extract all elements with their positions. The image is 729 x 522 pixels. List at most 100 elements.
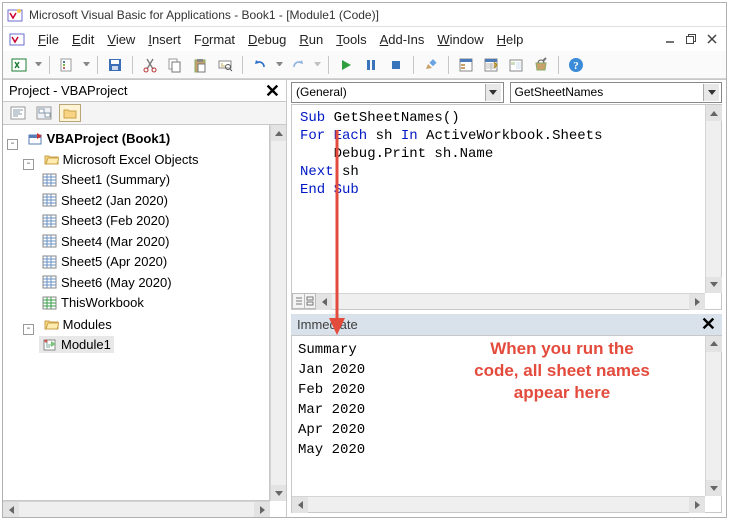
window-title: Microsoft Visual Basic for Applications … [29, 8, 722, 22]
immediate-output[interactable]: Summary Jan 2020 Feb 2020 Mar 2020 Apr 2… [292, 336, 705, 496]
tree-item-label: Sheet4 (Mar 2020) [61, 234, 169, 249]
menu-insert[interactable]: Insert [142, 30, 187, 49]
scrollbar-horizontal[interactable] [292, 496, 705, 512]
code-editor-wrap: Sub GetSheetNames() For Each sh In Activ… [291, 104, 722, 310]
view-excel-button[interactable] [9, 55, 29, 75]
dropdown-icon[interactable] [35, 62, 42, 68]
menu-view[interactable]: View [101, 30, 141, 49]
dropdown-icon[interactable] [83, 62, 90, 68]
project-explorer-pane: Project - VBAProject ✕ - VBAProject (Boo… [3, 79, 287, 517]
object-combo[interactable]: (General) [291, 82, 504, 103]
dropdown-icon[interactable] [314, 62, 321, 68]
expand-toggle[interactable]: - [23, 159, 34, 170]
run-button[interactable] [336, 55, 356, 75]
project-pane-title: Project - VBAProject ✕ [3, 80, 286, 101]
menu-debug[interactable]: Debug [242, 30, 292, 49]
tree-item[interactable]: Sheet6 (May 2020) [39, 274, 175, 291]
break-button[interactable] [361, 55, 381, 75]
tree-item[interactable]: Sheet2 (Jan 2020) [39, 192, 171, 209]
design-mode-button[interactable] [421, 55, 441, 75]
cut-button[interactable] [140, 55, 160, 75]
tree-folder-label: Modules [63, 317, 112, 332]
worksheet-icon [42, 214, 57, 228]
full-module-view-icon[interactable] [304, 293, 316, 309]
properties-button[interactable] [481, 55, 501, 75]
menu-format[interactable]: Format [188, 30, 241, 49]
toolbar: ? [3, 51, 726, 79]
dropdown-button[interactable] [485, 84, 501, 101]
tree-root[interactable]: VBAProject (Book1) [25, 130, 174, 147]
immediate-close-button[interactable]: ✕ [701, 317, 716, 331]
project-tree[interactable]: - VBAProject (Book1) - Micr [3, 125, 270, 501]
code-area: (General) GetSheetNames Sub GetSheetName… [287, 79, 726, 517]
expand-toggle[interactable]: - [23, 324, 34, 335]
insert-button[interactable] [57, 55, 77, 75]
scrollbar-horizontal[interactable] [3, 501, 270, 517]
code-header: (General) GetSheetNames [287, 80, 726, 104]
menu-addins[interactable]: Add-Ins [374, 30, 431, 49]
worksheet-icon [42, 255, 57, 269]
mdi-close-button[interactable] [704, 31, 720, 47]
procedure-combo[interactable]: GetSheetNames [510, 82, 723, 103]
save-button[interactable] [105, 55, 125, 75]
project-toolbar [3, 101, 286, 125]
view-code-button[interactable] [7, 104, 29, 122]
menu-run[interactable]: Run [293, 30, 329, 49]
tree-item-label: Sheet3 (Feb 2020) [61, 213, 169, 228]
object-browser-button[interactable] [506, 55, 526, 75]
reset-button[interactable] [386, 55, 406, 75]
scrollbar-vertical[interactable] [270, 125, 286, 501]
scrollbar-vertical[interactable] [705, 336, 721, 496]
project-tree-wrap: - VBAProject (Book1) - Micr [3, 125, 286, 517]
worksheet-icon [42, 296, 57, 310]
tree-item[interactable]: ThisWorkbook [39, 294, 147, 311]
toolbox-button[interactable] [531, 55, 551, 75]
tree-item[interactable]: Sheet5 (Apr 2020) [39, 253, 170, 270]
help-button[interactable]: ? [566, 55, 586, 75]
expand-toggle[interactable]: - [7, 139, 18, 150]
folder-open-icon [44, 152, 59, 166]
immediate-title-text: Immediate [297, 317, 701, 332]
undo-button[interactable] [250, 55, 270, 75]
tree-item-label: Sheet2 (Jan 2020) [61, 193, 168, 208]
menu-help[interactable]: Help [491, 30, 530, 49]
mdi-restore-button[interactable] [683, 31, 699, 47]
folder-open-icon [44, 317, 59, 331]
project-icon [28, 132, 43, 146]
menu-edit[interactable]: Edit [66, 30, 100, 49]
view-object-button[interactable] [33, 104, 55, 122]
vba-menu-icon [9, 31, 25, 47]
dropdown-button[interactable] [703, 84, 719, 101]
tree-folder-excel-objects[interactable]: Microsoft Excel Objects [41, 151, 202, 168]
project-explorer-button[interactable] [456, 55, 476, 75]
dropdown-icon[interactable] [276, 62, 283, 68]
worksheet-icon [42, 173, 57, 187]
tree-item[interactable]: Sheet1 (Summary) [39, 171, 173, 188]
paste-button[interactable] [190, 55, 210, 75]
worksheet-icon [42, 193, 57, 207]
copy-button[interactable] [165, 55, 185, 75]
menu-window[interactable]: Window [431, 30, 489, 49]
menu-file[interactable]: File [32, 30, 65, 49]
procedure-combo-text: GetSheetNames [515, 85, 704, 99]
tree-folder-modules[interactable]: Modules [41, 316, 115, 333]
redo-button[interactable] [288, 55, 308, 75]
procedure-view-icon[interactable] [292, 293, 304, 309]
view-mode-buttons[interactable] [292, 293, 316, 309]
find-button[interactable] [215, 55, 235, 75]
tree-item-label: ThisWorkbook [61, 295, 144, 310]
mdi-minimize-button[interactable] [662, 31, 678, 47]
tree-item[interactable]: Sheet3 (Feb 2020) [39, 212, 172, 229]
tree-item[interactable]: Module1 [39, 336, 114, 353]
immediate-pane-title: Immediate ✕ [291, 314, 722, 335]
tree-item[interactable]: Sheet4 (Mar 2020) [39, 233, 172, 250]
project-pane-close-button[interactable]: ✕ [265, 84, 280, 98]
toggle-folders-button[interactable] [59, 104, 81, 122]
scrollbar-horizontal[interactable] [316, 293, 705, 309]
tree-item-label: Sheet5 (Apr 2020) [61, 254, 167, 269]
tree-root-label: VBAProject (Book1) [47, 131, 171, 146]
code-editor[interactable]: Sub GetSheetNames() For Each sh In Activ… [292, 105, 705, 293]
tree-item-label: Sheet1 (Summary) [61, 172, 170, 187]
scrollbar-vertical[interactable] [705, 105, 721, 293]
menu-tools[interactable]: Tools [330, 30, 372, 49]
